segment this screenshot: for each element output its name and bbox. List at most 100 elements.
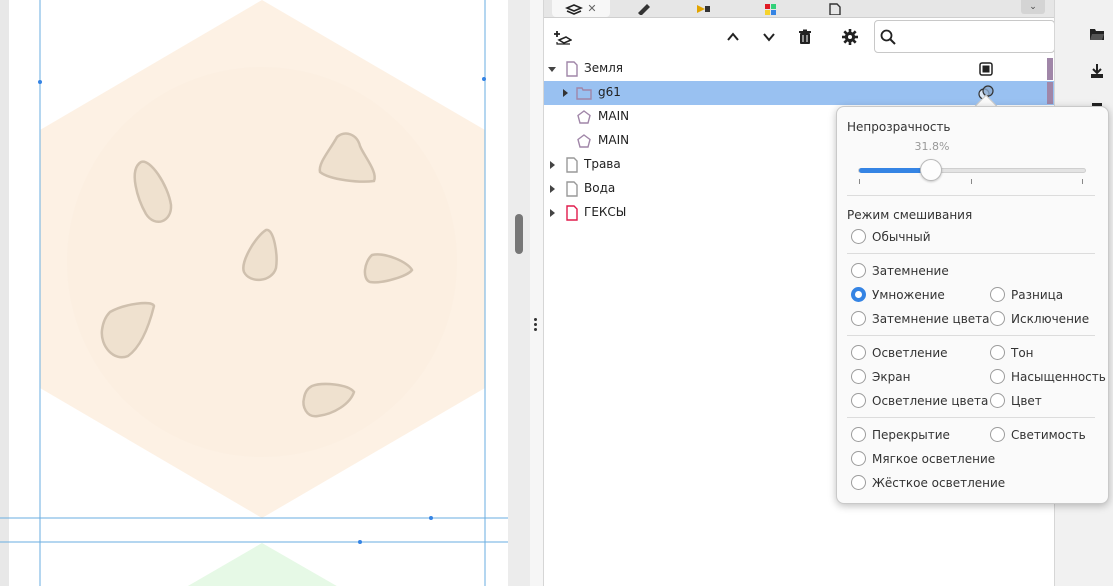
guide-node [482, 77, 486, 81]
opacity-slider-handle[interactable] [919, 159, 942, 181]
radio-icon [851, 475, 866, 490]
tab-xml-editor[interactable] [630, 0, 656, 17]
radio-label: Насыщенность [1011, 369, 1106, 384]
radio-label: Светимость [1011, 427, 1086, 442]
layer-label[interactable]: Вода [584, 181, 615, 195]
radio-hue[interactable]: Тон [990, 345, 1034, 360]
radio-label: Обычный [872, 229, 931, 244]
radio-lighten[interactable]: Осветление [851, 345, 948, 360]
radio-label: Тон [1011, 345, 1034, 360]
radio-label: Экран [872, 369, 911, 384]
radio-label: Цвет [1011, 393, 1042, 408]
radio-hard-light[interactable]: Жёсткое осветление [851, 475, 1005, 490]
radio-label: Затемнение [872, 263, 949, 278]
panel-splitter[interactable] [530, 0, 543, 586]
polygon-icon [576, 133, 592, 149]
blend-opacity-popover: Непрозрачность 31.8% Режим смешивания Об… [836, 106, 1109, 504]
radio-saturation[interactable]: Насыщенность [990, 369, 1106, 384]
polygon-icon [576, 109, 592, 125]
tab-objects[interactable] [690, 0, 716, 17]
search-input[interactable] [900, 29, 1040, 44]
radio-screen[interactable]: Экран [851, 369, 910, 384]
search-icon [880, 29, 896, 45]
guide-node [358, 540, 362, 544]
layer-label[interactable]: Земля [584, 61, 623, 75]
radio-icon [990, 287, 1005, 302]
radio-label: Разница [1011, 287, 1064, 302]
close-icon[interactable]: ✕ [587, 2, 596, 15]
open-button[interactable] [1087, 24, 1107, 44]
layer-label[interactable]: Трава [584, 157, 621, 171]
radio-darken[interactable]: Затемнение [851, 263, 949, 278]
radio-icon [851, 263, 866, 278]
group-folder-icon [576, 85, 592, 101]
layer-color-tag [1047, 82, 1053, 104]
radio-multiply[interactable]: Умножение [851, 287, 945, 302]
radio-label: Затемнение цвета [872, 311, 990, 326]
collapsed-triangle-icon[interactable] [560, 88, 570, 98]
folder-open-icon [1090, 29, 1104, 40]
grass-hexagon [187, 543, 337, 586]
add-layer-button[interactable] [551, 25, 575, 49]
canvas-scrollbar[interactable] [508, 0, 530, 586]
opacity-value: 31.8% [914, 140, 950, 153]
radio-icon [851, 451, 866, 466]
radio-icon [851, 369, 866, 384]
new-document-button[interactable] [1087, 0, 1107, 12]
radio-normal[interactable]: Обычный [851, 229, 931, 244]
tab-layers[interactable]: ✕ [552, 0, 610, 17]
gear-icon [842, 29, 858, 45]
raise-button[interactable] [721, 25, 745, 49]
save-button[interactable] [1087, 61, 1107, 81]
radio-icon [990, 311, 1005, 326]
radio-color-burn[interactable]: Затемнение цвета [851, 311, 990, 326]
layer-color-tag [1047, 58, 1053, 80]
collapsed-triangle-icon[interactable] [547, 184, 557, 194]
layer-label[interactable]: MAIN [598, 133, 629, 147]
radio-icon [851, 393, 866, 408]
delete-button[interactable] [793, 25, 817, 49]
slider-tick [859, 179, 860, 184]
guide-node [38, 80, 42, 84]
visibility-toggle-icon[interactable] [978, 61, 994, 77]
collapsed-triangle-icon[interactable] [547, 160, 557, 170]
layer-row-zemlya[interactable]: Земля [544, 57, 1055, 81]
radio-luminosity[interactable]: Светимость [990, 427, 1086, 442]
radio-icon [851, 287, 866, 302]
radio-icon [990, 427, 1005, 442]
search-field[interactable] [874, 20, 1055, 53]
lower-button[interactable] [757, 25, 781, 49]
layer-icon [564, 61, 580, 77]
radio-overlay[interactable]: Перекрытие [851, 427, 950, 442]
chevron-down-icon[interactable]: ⌄ [1021, 0, 1045, 14]
canvas-artwork[interactable] [0, 0, 508, 586]
add-layer-icon [554, 31, 572, 45]
layer-red-icon [564, 205, 580, 221]
opacity-slider[interactable] [858, 168, 1086, 173]
layer-icon [564, 157, 580, 173]
chevron-up-icon [727, 32, 739, 41]
layer-label[interactable]: MAIN [598, 109, 629, 123]
radio-soft-light[interactable]: Мягкое осветление [851, 451, 995, 466]
radio-icon [990, 369, 1005, 384]
canvas-scroll-thumb[interactable] [515, 214, 523, 254]
layer-label[interactable]: g61 [598, 85, 621, 99]
settings-button[interactable] [838, 25, 862, 49]
dock-tabbar: ✕ ⌄ [544, 0, 1055, 18]
expanded-triangle-icon[interactable] [547, 64, 557, 74]
slider-tick [971, 179, 972, 184]
radio-icon [851, 311, 866, 326]
radio-exclusion[interactable]: Исключение [990, 311, 1089, 326]
collapsed-triangle-icon[interactable] [547, 208, 557, 218]
radio-label: Жёсткое осветление [872, 475, 1006, 490]
radio-difference[interactable]: Разница [990, 287, 1063, 302]
tab-documents[interactable] [822, 0, 848, 17]
layer-label[interactable]: ГЕКСЫ [584, 205, 626, 219]
splitter-grip-icon[interactable] [534, 318, 538, 332]
radio-color[interactable]: Цвет [990, 393, 1042, 408]
tab-swatches[interactable] [758, 0, 784, 17]
drawing-canvas[interactable] [0, 0, 508, 586]
pen-icon [638, 3, 650, 15]
radio-label: Умножение [872, 287, 945, 302]
radio-color-dodge[interactable]: Осветление цвета [851, 393, 988, 408]
